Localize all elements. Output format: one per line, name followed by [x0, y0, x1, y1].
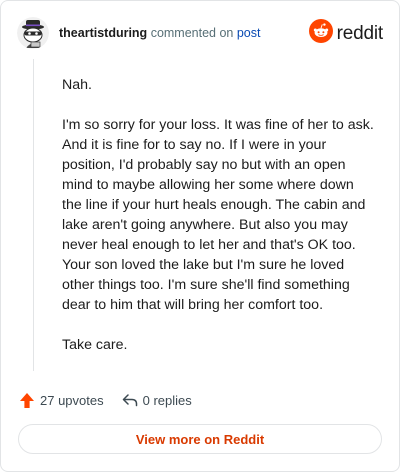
reply-count: 0 replies: [142, 392, 192, 408]
comment-actions: 27 upvotes 0 replies: [19, 389, 210, 411]
comment-embed-card: theartistduring commented on post reddit: [0, 0, 400, 472]
view-more-on-reddit-button[interactable]: View more on Reddit: [18, 424, 382, 454]
comment-paragraph: Nah.: [62, 77, 92, 93]
upvote-button[interactable]: 27 upvotes: [19, 392, 104, 409]
comment-paragraph: Take care.: [62, 337, 128, 353]
thread-line[interactable]: [33, 59, 34, 371]
username-link[interactable]: theartistduring: [59, 26, 147, 40]
post-link[interactable]: post: [237, 26, 261, 40]
upvote-count: 27 upvotes: [40, 392, 104, 408]
commented-on-text: commented on: [150, 26, 234, 40]
comment-meta: theartistduring commented on post: [59, 25, 261, 41]
reply-arrow-icon: [122, 394, 137, 407]
comment-body: Nah. I'm so sorry for your loss. It was …: [62, 75, 374, 375]
comment-header: theartistduring commented on post reddit: [17, 15, 383, 51]
comment-paragraph: I'm so sorry for your loss. It was fine …: [62, 117, 374, 313]
reply-button[interactable]: 0 replies: [122, 393, 192, 408]
reddit-brand[interactable]: reddit: [308, 19, 384, 48]
upvote-arrow-icon: [20, 392, 34, 408]
user-avatar-icon[interactable]: [17, 17, 49, 49]
reddit-logo-icon: [308, 19, 333, 48]
reddit-wordmark: reddit: [336, 22, 384, 44]
